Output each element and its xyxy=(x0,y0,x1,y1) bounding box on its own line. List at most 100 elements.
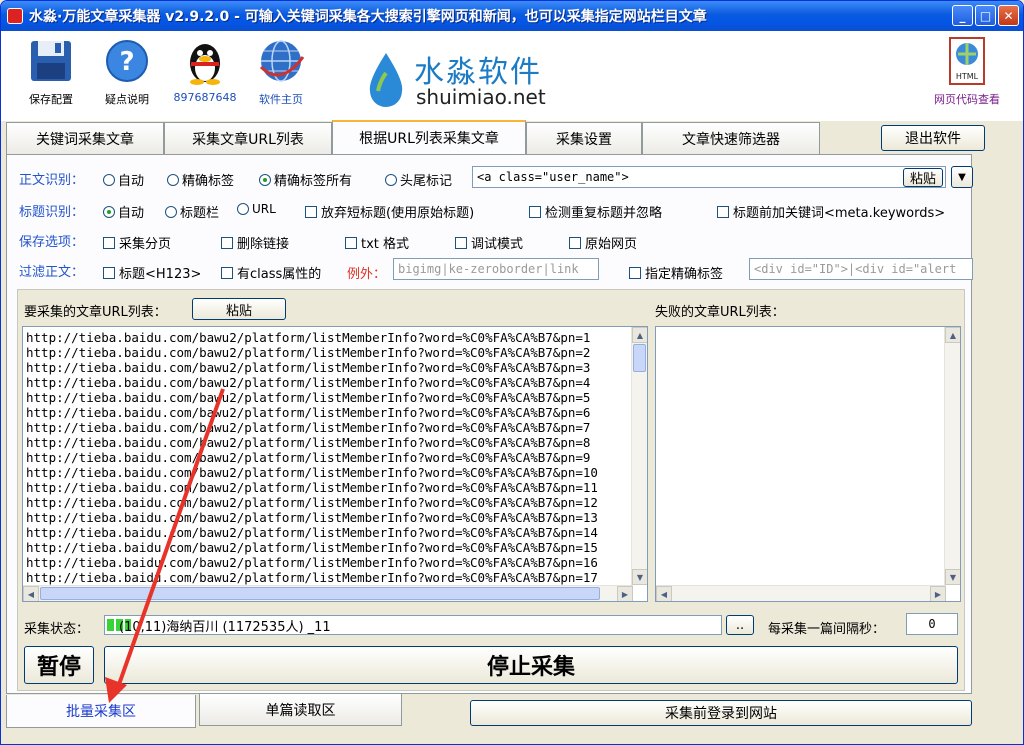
failed-scroll-left-icon[interactable]: ◀ xyxy=(656,586,672,601)
url-list-item[interactable]: http://tieba.baidu.com/bawu2/platform/li… xyxy=(23,555,647,570)
body-tag-paste-button[interactable]: 粘贴 xyxy=(903,168,943,187)
body-tag-input[interactable]: <a class="user_name"> xyxy=(472,166,946,188)
filter-row: 过滤正文： xyxy=(19,258,91,282)
logo-english-text: shuimiao.net xyxy=(416,85,546,109)
maximize-button[interactable]: □ xyxy=(975,5,996,26)
tab-quick-filter[interactable]: 文章快速筛选器 xyxy=(642,122,820,154)
qq-button[interactable]: 897687648 xyxy=(173,37,237,104)
check-raw-page[interactable]: 原始网页 xyxy=(569,233,637,252)
url-list-item[interactable]: http://tieba.baidu.com/bawu2/platform/li… xyxy=(23,390,647,405)
app-window: 水淼·万能文章采集器 v2.9.2.0 - 可输入关键词采集各大搜索引擎网页和新… xyxy=(0,0,1024,745)
stop-collect-button[interactable]: 停止采集 xyxy=(104,646,958,684)
url-list-scroll-thumb[interactable] xyxy=(633,344,646,372)
failed-list-box[interactable]: ▲ ▼ ◀ ▶ xyxy=(655,326,961,602)
status-label: 采集状态： xyxy=(24,622,90,637)
url-list-item[interactable]: http://tieba.baidu.com/bawu2/platform/li… xyxy=(23,360,647,375)
interval-label: 每采集一篇间隔秒： xyxy=(768,622,886,637)
url-list-item[interactable]: http://tieba.baidu.com/bawu2/platform/li… xyxy=(23,495,647,510)
help-button[interactable]: ? 疑点说明 xyxy=(97,37,157,107)
check-title-keywords[interactable]: 标题前加关键词<meta.keywords> xyxy=(717,202,945,221)
check-exact-tag[interactable]: 指定精确标签 xyxy=(629,263,723,282)
url-list-hscrollbar[interactable]: ◀ ▶ xyxy=(23,585,633,601)
scroll-up-icon[interactable]: ▲ xyxy=(632,327,647,343)
tab-settings[interactable]: 采集设置 xyxy=(526,122,642,154)
window-title: 水淼·万能文章采集器 v2.9.2.0 - 可输入关键词采集各大搜索引擎网页和新… xyxy=(29,9,707,25)
check-txt-format[interactable]: txt 格式 xyxy=(345,233,409,252)
tab-url-list[interactable]: 采集文章URL列表 xyxy=(164,122,332,154)
url-list-item[interactable]: http://tieba.baidu.com/bawu2/platform/li… xyxy=(23,480,647,495)
exception-input[interactable]: bigimg|ke-zeroborder|link xyxy=(393,258,599,280)
check-dup-title[interactable]: 检测重复标题并忽略 xyxy=(529,202,662,221)
homepage-button[interactable]: 软件主页 xyxy=(251,37,311,107)
url-list-item[interactable]: http://tieba.baidu.com/bawu2/platform/li… xyxy=(23,375,647,390)
url-list-item[interactable]: http://tieba.baidu.com/bawu2/platform/li… xyxy=(23,540,647,555)
body-tag-dropdown-icon[interactable]: ▼ xyxy=(951,166,973,188)
failed-scroll-down-icon[interactable]: ▼ xyxy=(945,569,960,585)
tab-keyword-collect[interactable]: 关键词采集文章 xyxy=(6,122,164,154)
title-detect-row: 标题识别： xyxy=(19,198,91,222)
check-filter-h123[interactable]: 标题<H123> xyxy=(103,263,201,282)
scroll-left-icon[interactable]: ◀ xyxy=(23,586,39,601)
radio-title-url[interactable]: URL xyxy=(237,202,276,216)
url-list-item[interactable]: http://tieba.baidu.com/bawu2/platform/li… xyxy=(23,525,647,540)
close-button[interactable]: ✕ xyxy=(998,5,1019,26)
check-paging[interactable]: 采集分页 xyxy=(103,233,171,252)
exact-tag-input[interactable]: <div id="ID">|<div id="alert xyxy=(749,258,973,280)
pause-button[interactable]: 暂停 xyxy=(24,646,94,684)
interval-input[interactable]: 0 xyxy=(906,613,958,635)
exit-button[interactable]: 退出软件 xyxy=(881,125,985,151)
tab-single-read[interactable]: 单篇读取区 xyxy=(199,693,402,726)
radio-body-head-tail[interactable]: 头尾标记 xyxy=(385,170,452,189)
url-list-item[interactable]: http://tieba.baidu.com/bawu2/platform/li… xyxy=(23,345,647,360)
help-label: 疑点说明 xyxy=(105,93,149,106)
url-list-box[interactable]: http://tieba.baidu.com/bawu2/platform/li… xyxy=(22,326,648,602)
radio-body-auto[interactable]: 自动 xyxy=(103,170,144,189)
html-file-icon: HTML xyxy=(943,37,991,85)
failed-scroll-right-icon[interactable]: ▶ xyxy=(930,586,946,601)
radio-body-exact[interactable]: 精确标签 xyxy=(167,170,234,189)
svg-text:HTML: HTML xyxy=(956,72,979,81)
url-list-item[interactable]: http://tieba.baidu.com/bawu2/platform/li… xyxy=(23,420,647,435)
scroll-right-icon[interactable]: ▶ xyxy=(617,586,633,601)
toolbar: 保存配置 ? 疑点说明 897687648 软件主页 水淼软件 shuimiao… xyxy=(1,31,1023,121)
login-before-collect-button[interactable]: 采集前登录到网站 xyxy=(470,700,972,726)
app-icon xyxy=(7,8,23,24)
radio-body-exact-all[interactable]: 精确标签所有 xyxy=(259,170,352,189)
failed-list-hscrollbar[interactable]: ◀ ▶ xyxy=(656,585,946,601)
qq-label: 897687648 xyxy=(173,91,237,104)
floppy-disk-icon xyxy=(27,37,75,85)
url-list-item[interactable]: http://tieba.baidu.com/bawu2/platform/li… xyxy=(23,570,647,585)
water-drop-icon xyxy=(369,53,403,107)
check-drop-short-title[interactable]: 放弃短标题(使用原始标题) xyxy=(305,202,474,221)
url-list-item[interactable]: http://tieba.baidu.com/bawu2/platform/li… xyxy=(23,465,647,480)
url-list-item[interactable]: http://tieba.baidu.com/bawu2/platform/li… xyxy=(23,405,647,420)
failed-scroll-up-icon[interactable]: ▲ xyxy=(945,327,960,343)
status-more-button[interactable]: .. xyxy=(726,615,754,635)
save-options-label: 保存选项： xyxy=(19,234,85,250)
title-detect-label: 标题识别： xyxy=(19,204,85,220)
url-list-item[interactable]: http://tieba.baidu.com/bawu2/platform/li… xyxy=(23,330,647,345)
tab-collect-by-url[interactable]: 根据URL列表采集文章 xyxy=(332,120,526,154)
title-bar[interactable]: 水淼·万能文章采集器 v2.9.2.0 - 可输入关键词采集各大搜索引擎网页和新… xyxy=(1,1,1023,31)
url-list-item[interactable]: http://tieba.baidu.com/bawu2/platform/li… xyxy=(23,510,647,525)
minimize-button[interactable]: _ xyxy=(952,5,973,26)
url-list-paste-button[interactable]: 粘贴 xyxy=(192,298,286,320)
url-list-item[interactable]: http://tieba.baidu.com/bawu2/platform/li… xyxy=(23,435,647,450)
scroll-down-icon[interactable]: ▼ xyxy=(632,569,647,585)
url-list-vscrollbar[interactable]: ▲ ▼ xyxy=(631,327,647,585)
check-filter-class[interactable]: 有class属性的 xyxy=(221,263,321,282)
radio-title-auto[interactable]: 自动 xyxy=(103,202,144,221)
failed-list-vscrollbar[interactable]: ▲ ▼ xyxy=(944,327,960,585)
url-list-hscroll-thumb[interactable] xyxy=(40,587,600,600)
html-view-button[interactable]: HTML 网页代码查看 xyxy=(925,37,1009,107)
filter-label: 过滤正文： xyxy=(19,264,85,280)
check-debug-mode[interactable]: 调试模式 xyxy=(455,233,523,252)
url-list-item[interactable]: http://tieba.baidu.com/bawu2/platform/li… xyxy=(23,450,647,465)
question-icon: ? xyxy=(103,37,151,85)
status-progress: (10,11)海纳百川 (1172535人) _11 xyxy=(104,615,722,635)
save-config-button[interactable]: 保存配置 xyxy=(21,37,81,107)
exception-label: 例外： xyxy=(347,267,387,282)
tab-batch-collect[interactable]: 批量采集区 xyxy=(6,695,196,728)
check-remove-links[interactable]: 删除链接 xyxy=(221,233,289,252)
radio-title-bar[interactable]: 标题栏 xyxy=(165,202,219,221)
